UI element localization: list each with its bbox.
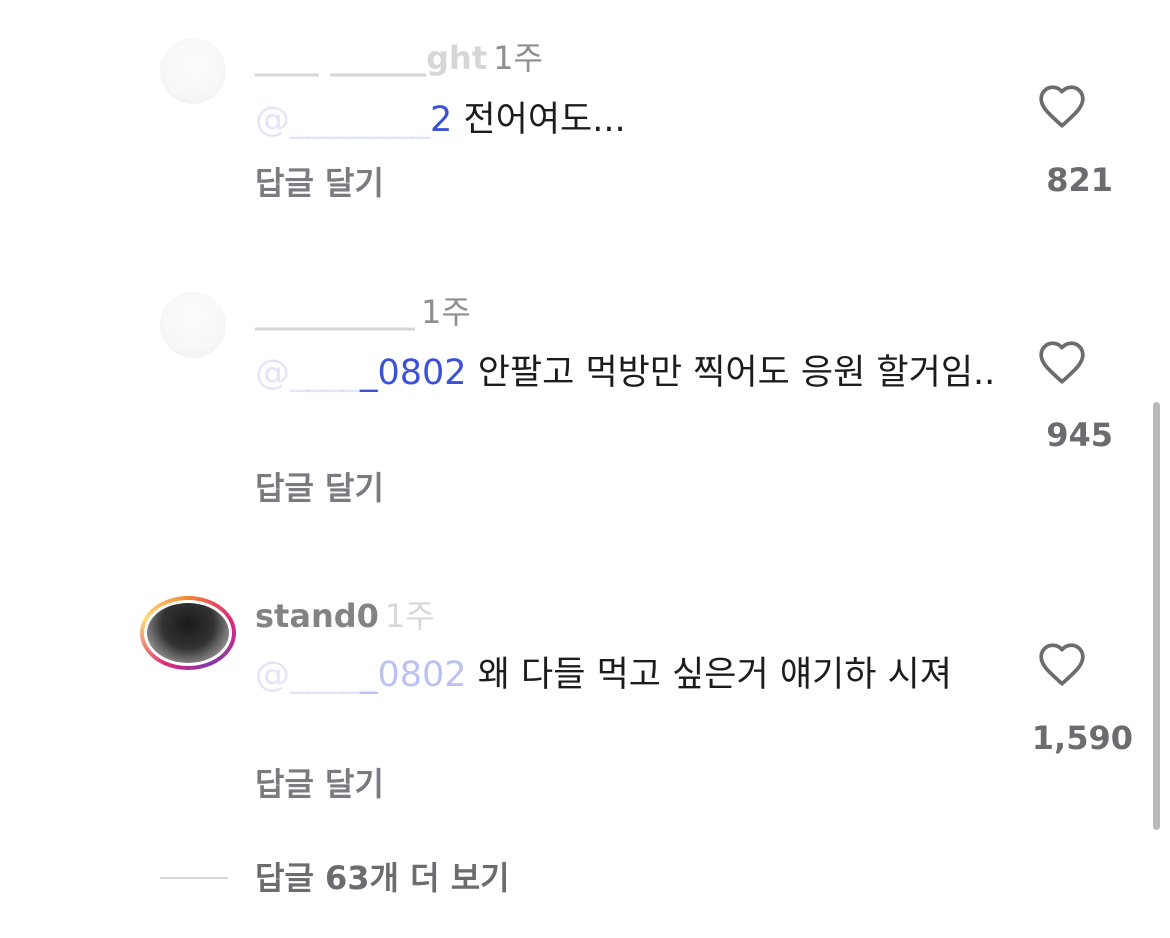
reply-button[interactable]: 답글 달기 <box>255 468 384 508</box>
heart-outline-icon <box>1039 85 1085 128</box>
user-avatar-story[interactable] <box>140 596 236 670</box>
like-count: 945 <box>1046 416 1113 454</box>
comment-body: 전어여도... <box>463 100 626 140</box>
avatar-image <box>144 600 232 666</box>
comment-body: 안팔고 먹방만 찍어도 응원 할거임.. <box>477 353 996 393</box>
scrollbar[interactable] <box>1153 402 1160 830</box>
reply-button[interactable]: 답글 달기 <box>255 764 384 804</box>
mention-link[interactable]: @_____0802 <box>255 655 467 695</box>
comment-username[interactable]: ____ ______ght <box>255 39 487 77</box>
mention-link[interactable]: @_____0802 <box>255 353 467 393</box>
like-count: 1,590 <box>1031 719 1133 757</box>
comment-time: 1주 <box>384 597 435 635</box>
user-avatar[interactable] <box>160 292 226 358</box>
comment-meta: __________ 1주 <box>255 292 471 332</box>
like-button[interactable] <box>1034 636 1090 692</box>
heart-outline-icon <box>1039 341 1085 384</box>
comment-username[interactable]: stand0 <box>255 597 379 635</box>
comment-body: 왜 다들 먹고 싶은거 얘기하 시져 <box>477 655 952 695</box>
comment-time: 1주 <box>493 39 543 77</box>
like-button[interactable] <box>1034 78 1090 134</box>
comment-meta: ____ ______ght 1주 <box>255 38 543 78</box>
reply-button[interactable]: 답글 달기 <box>255 163 384 203</box>
view-more-replies-button[interactable]: 답글 63개 더 보기 <box>160 858 510 898</box>
comment-text: @________2 전어여도... <box>255 95 1015 145</box>
like-count: 821 <box>1046 161 1113 199</box>
comment-username[interactable]: __________ <box>255 293 415 331</box>
comment-text: @_____0802 왜 다들 먹고 싶은거 얘기하 시져 <box>255 650 1015 700</box>
user-avatar[interactable] <box>160 38 226 104</box>
comment-time: 1주 <box>421 293 471 331</box>
comment-meta: stand0 1주 <box>255 596 435 636</box>
thread-divider <box>160 877 228 879</box>
heart-outline-icon <box>1039 643 1085 686</box>
comment-text: @_____0802 안팔고 먹방만 찍어도 응원 할거임.. <box>255 348 1015 398</box>
mention-link[interactable]: @________2 <box>255 100 452 140</box>
view-more-replies-label: 답글 63개 더 보기 <box>255 859 510 897</box>
like-button[interactable] <box>1034 334 1090 390</box>
